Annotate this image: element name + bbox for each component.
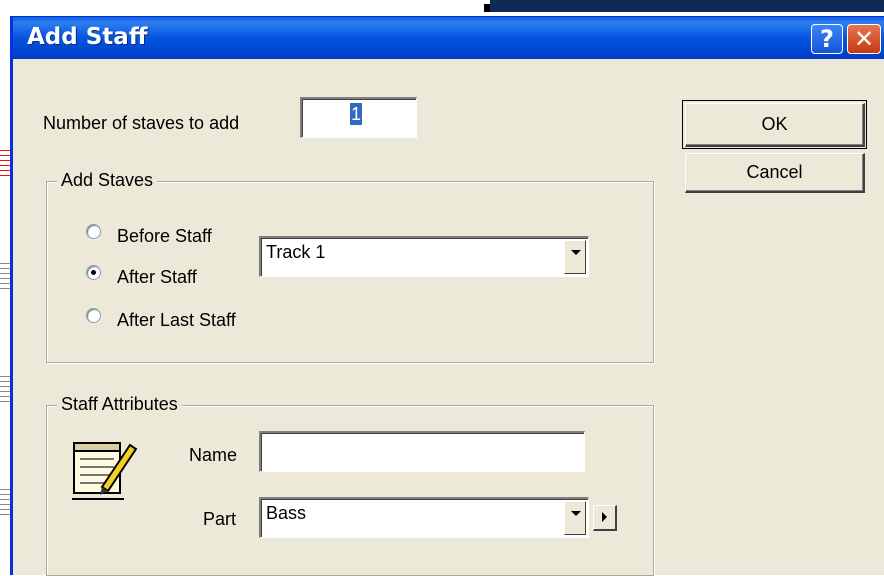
title-bar[interactable]: Add Staff ? ✕ — [13, 17, 884, 59]
radio-before-staff[interactable] — [86, 224, 101, 239]
track-select-value: Track 1 — [266, 242, 326, 262]
radio-after-last-staff-label[interactable]: After Last Staff — [117, 310, 236, 331]
part-select[interactable]: Bass — [259, 497, 589, 538]
part-select-value: Bass — [266, 503, 307, 523]
close-button[interactable]: ✕ — [847, 24, 881, 54]
num-staves-label: Number of staves to add — [43, 113, 240, 133]
dialog-title: Add Staff — [27, 24, 148, 50]
name-input[interactable] — [259, 431, 585, 472]
staff-attributes-legend: Staff Attributes — [57, 394, 182, 415]
ok-button[interactable]: OK — [682, 100, 867, 149]
radio-before-staff-label[interactable]: Before Staff — [117, 226, 212, 247]
cancel-button[interactable]: Cancel — [685, 153, 865, 193]
track-select[interactable]: Track 1 — [259, 236, 589, 277]
part-more-button[interactable] — [593, 505, 617, 531]
chevron-down-icon[interactable] — [564, 501, 586, 535]
staff-edit-icon — [72, 442, 138, 500]
chevron-down-icon[interactable] — [564, 240, 586, 274]
add-staves-legend: Add Staves — [57, 170, 158, 191]
part-label: Part — [203, 509, 237, 529]
radio-after-last-staff[interactable] — [86, 308, 101, 323]
name-label: Name — [189, 445, 238, 465]
background-window-titlebar — [490, 0, 884, 12]
add-staff-dialog: Add Staff ? ✕ Number of staves to add 1 … — [10, 16, 884, 576]
num-staves-value: 1 — [350, 103, 363, 125]
help-button[interactable]: ? — [811, 24, 843, 54]
radio-after-staff-label[interactable]: After Staff — [117, 267, 197, 288]
num-staves-input[interactable]: 1 — [300, 97, 417, 138]
radio-after-staff[interactable] — [86, 265, 101, 280]
